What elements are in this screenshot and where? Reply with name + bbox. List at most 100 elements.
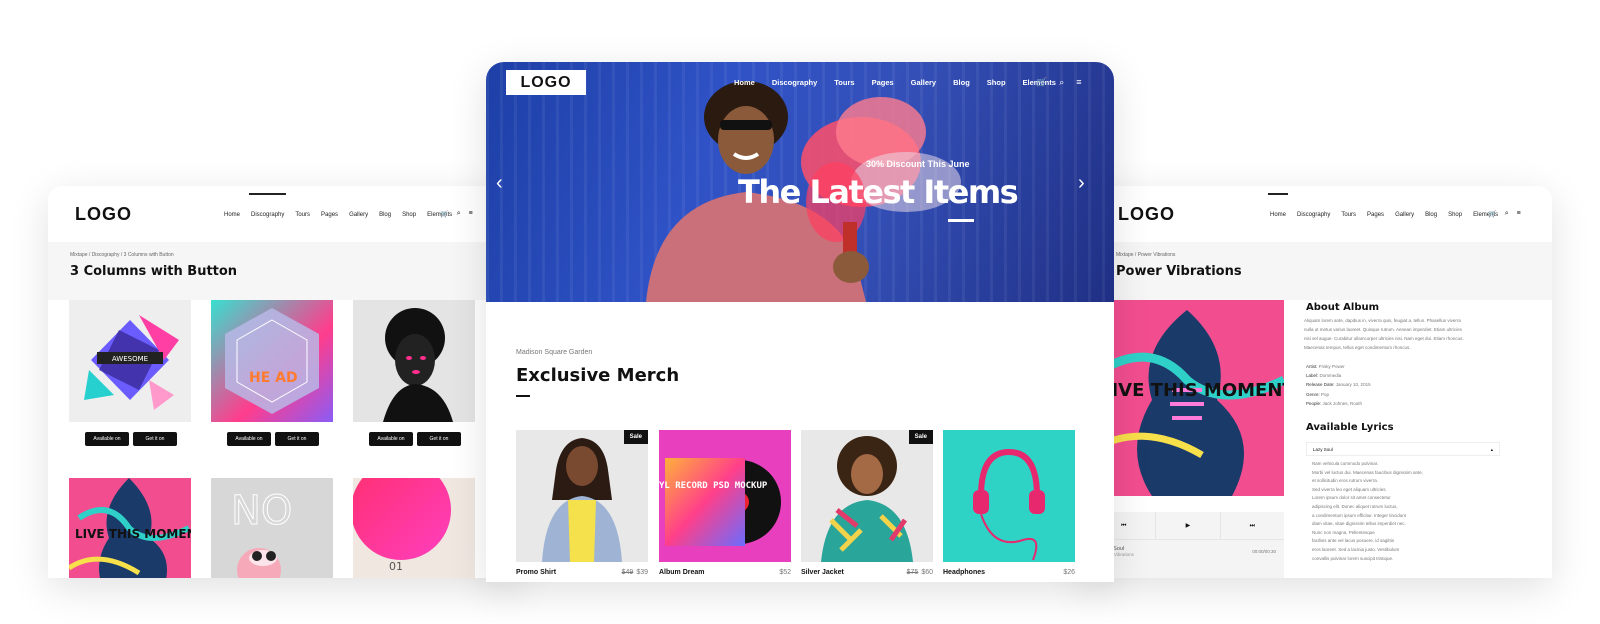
store-links: Available on iTunes Get it on Google pla… [369,432,461,452]
google-play-button[interactable]: Get it on Google play [275,432,319,452]
album-cover-live[interactable]: LIVE THIS MOMENT [69,478,191,578]
left-page-preview: LOGO Home Discography Tours Pages Galler… [48,186,518,578]
album-cover-01[interactable]: 01 [353,478,475,578]
nav-shop[interactable]: Shop [1448,212,1462,218]
about-line: nulla ut metus varius laoreet. Quisque r… [1304,327,1462,332]
product-name[interactable]: Album Dream [659,569,705,576]
nav-pages[interactable]: Pages [1367,212,1384,218]
right-nav-menu: Home Discography Tours Pages Gallery Blo… [1267,193,1498,218]
itunes-button[interactable]: Available on iTunes [227,432,271,452]
right-logo[interactable]: LOGO [1118,204,1175,225]
crumb-item[interactable]: Discography [92,252,120,258]
nav-home[interactable]: Home [1267,193,1289,218]
product-image-promo-shirt[interactable]: Sale [516,430,648,562]
nav-shop[interactable]: Shop [402,212,416,218]
next-track-icon[interactable]: ⏭ [1221,512,1284,539]
cart-icon[interactable]: 🛒 [440,210,449,218]
breadcrumb: Mixtape / Power Vibrations [1116,252,1176,258]
album-art: AWESOME [84,315,179,410]
album-cover-awesome[interactable]: AWESOME [69,300,191,422]
nav-gallery[interactable]: Gallery [911,78,936,87]
nav-tours[interactable]: Tours [834,78,854,87]
product-image-silver-jacket[interactable]: Sale [801,430,933,562]
google-play-button[interactable]: Get it on Google play [417,432,461,452]
nav-home[interactable]: Home [224,212,240,218]
google-play-button[interactable]: Get it on Google play [133,432,177,452]
nav-discography[interactable]: Discography [1297,212,1330,218]
play-icon[interactable]: ▶ [1156,512,1221,539]
slider-prev-arrow-icon[interactable]: ‹ [496,172,503,195]
menu-icon[interactable]: ≡ [469,210,473,218]
chevron-up-icon: ▴ [1490,447,1493,452]
album-art: LIVE THIS MOMENT [1092,310,1284,496]
product-photo [542,438,622,562]
page-title: 3 Columns with Button [70,264,238,279]
about-line: nisi vel augue. Curabitur ullamcorper ul… [1304,336,1464,341]
search-icon[interactable]: ⌕ [1505,210,1509,218]
lyrics-accordion-toggle[interactable]: Lazy Soul ▴ [1306,442,1500,456]
lyrics-text: Nam vehicula commodo pulvinar. Morbi vel … [1312,461,1424,561]
album-cover-head[interactable]: HE AD [211,300,333,422]
search-icon[interactable]: ⌕ [1059,77,1064,88]
audio-player: ⏮ ▶ ⏭ Lazy Soul Power Vibrations 00:00/0… [1092,512,1284,578]
crumb-item[interactable]: Mixtape [1116,252,1134,258]
cover-text: AWESOME [112,355,148,363]
menu-icon[interactable]: ≡ [1517,210,1521,218]
product-photo [973,448,1045,561]
right-title-bar: Mixtape / Power Vibrations Power Vibrati… [1082,242,1552,300]
site-logo[interactable]: LOGO [506,70,586,95]
nav-discography[interactable]: Discography [248,193,287,218]
crumb-item: Power Vibrations [1137,252,1176,258]
search-icon[interactable]: ⌕ [457,210,461,218]
product-image-headphones[interactable] [943,430,1075,562]
nav-gallery[interactable]: Gallery [1395,212,1414,218]
left-logo[interactable]: LOGO [75,204,132,225]
left-title-bar: Mixtape / Discography / 3 Columns with B… [48,242,518,300]
product-price: $75 $60 [906,569,933,576]
album-cover-no[interactable]: NO [211,478,333,578]
itunes-button[interactable]: Available on iTunes [85,432,129,452]
nav-pages[interactable]: Pages [321,212,338,218]
product-photo [821,436,913,562]
product-name[interactable]: Promo Shirt [516,569,556,576]
nav-home[interactable]: Home [734,78,755,87]
sale-badge: Sale [623,430,648,444]
sale-badge: Sale [908,430,933,444]
cover-text: LIVE THIS MOMENT [1100,380,1284,401]
nav-tours[interactable]: Tours [1341,212,1356,218]
about-album-heading: About Album [1306,302,1380,313]
section-kicker: Madison Square Garden [516,349,593,356]
album-art: HE AD [225,308,319,414]
meta-row: People: Jack Johnes, Routh [1306,400,1363,406]
album-meta: Artist: Frisky Power Label: Dommedia Rel… [1306,362,1371,408]
product-name[interactable]: Silver Jacket [801,569,844,576]
slider-next-arrow-icon[interactable]: › [1078,172,1085,195]
center-page-preview: LOGO Home Discography Tours Pages Galler… [486,62,1114,582]
nav-blog[interactable]: Blog [1425,212,1437,218]
hamburger-menu-icon[interactable]: ≡ [1076,77,1081,88]
product-image-album-dream[interactable]: VINYL RECORD PSD MOCKUP [659,430,791,562]
main-nav-menu: Home Discography Tours Pages Gallery Blo… [734,78,1056,87]
cover-text: 01 [389,560,403,573]
product-price: $52 [779,569,791,576]
nav-discography[interactable]: Discography [772,78,817,87]
vinyl-cover-text: VINYL RECORD PSD MOCKUP [659,481,768,491]
album-cover-large: LIVE THIS MOMENT [1092,300,1284,496]
meta-row: Genre: Pop [1306,391,1330,397]
nav-pages[interactable]: Pages [872,78,894,87]
itunes-button[interactable]: Available on iTunes [369,432,413,452]
section-title: Exclusive Merch [516,365,680,386]
crumb-item[interactable]: Mixtape [70,252,88,258]
product-name[interactable]: Headphones [943,569,985,576]
nav-tours[interactable]: Tours [295,212,310,218]
nav-blog[interactable]: Blog [953,78,970,87]
album-cover-portrait[interactable] [353,300,475,422]
hero-kicker: 30% Discount This June [866,159,970,169]
left-nav-menu: Home Discography Tours Pages Gallery Blo… [224,193,452,218]
cart-icon[interactable]: 🛒 [1488,210,1497,218]
nav-gallery[interactable]: Gallery [349,212,368,218]
nav-shop[interactable]: Shop [987,78,1006,87]
nav-blog[interactable]: Blog [379,212,391,218]
lyrics-heading: Available Lyrics [1306,422,1394,433]
cart-icon[interactable]: 🛒 [1036,77,1047,88]
